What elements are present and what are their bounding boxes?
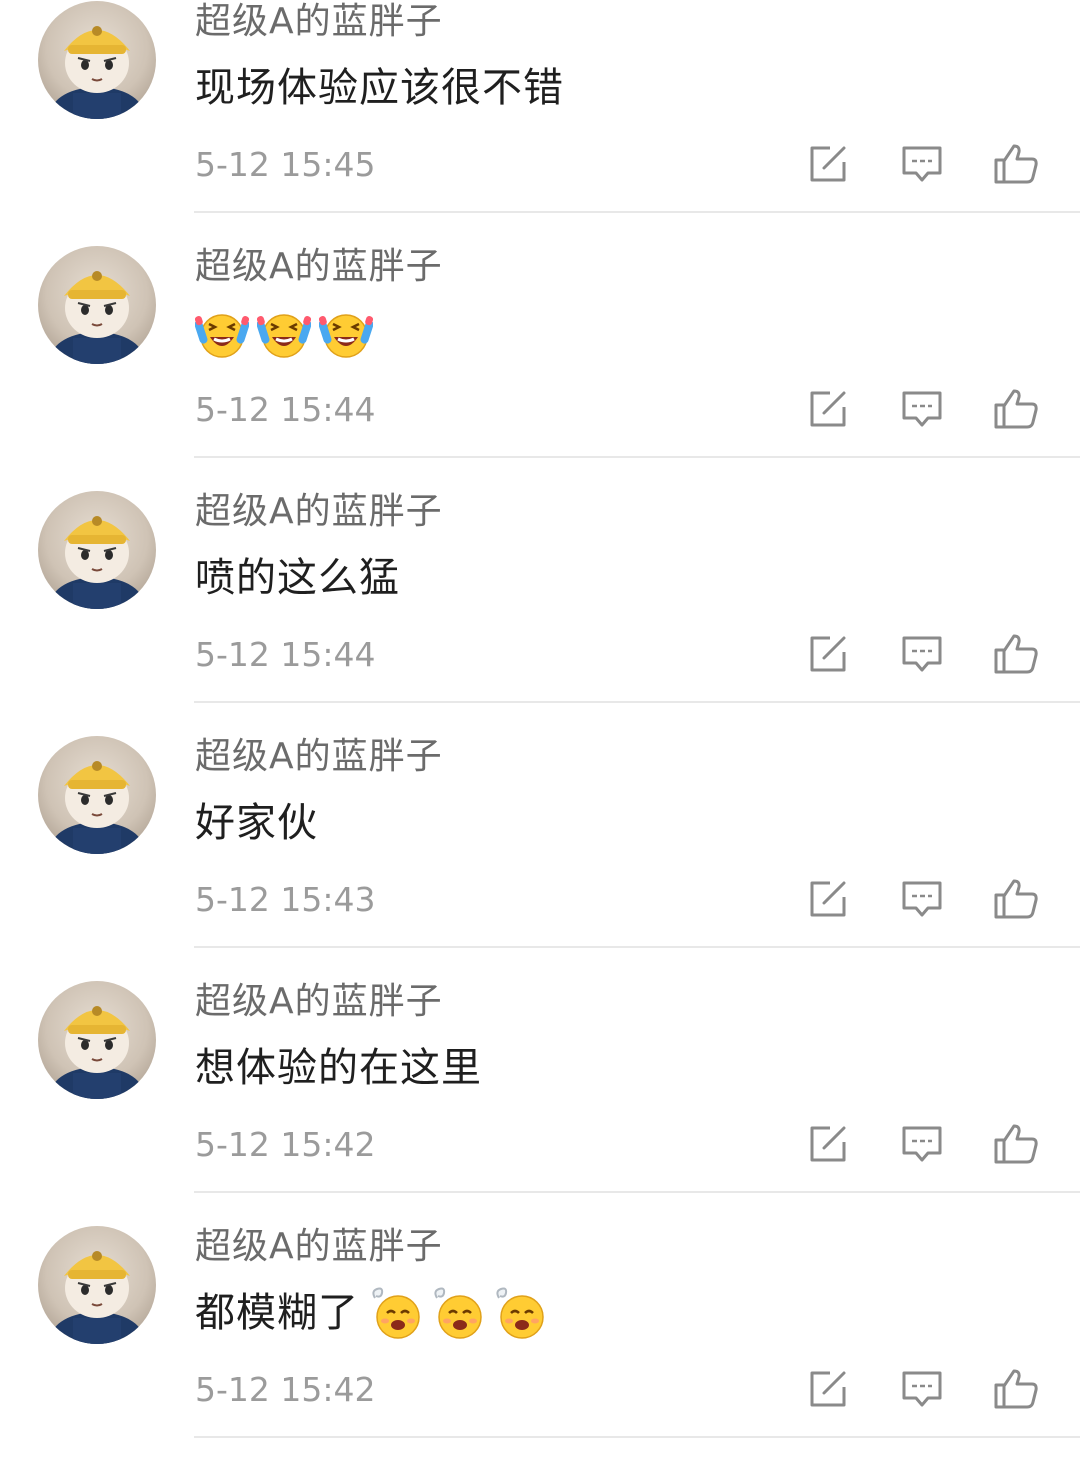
reply-icon [902,881,942,917]
username[interactable]: 超级A的蓝胖子 [195,735,443,779]
dizzy-face-emoji [434,1287,482,1339]
reply-button[interactable] [898,1120,946,1168]
like-button[interactable] [992,1120,1040,1168]
share-button[interactable] [804,1120,852,1168]
share-button[interactable] [804,630,852,678]
divider [194,1191,1080,1193]
comment-text: 好家伙 [195,800,318,846]
share-button[interactable] [804,385,852,433]
share-button[interactable] [804,875,852,923]
comment-body: 好家伙 [195,795,328,851]
avatar-image [51,26,143,119]
divider [194,211,1080,213]
timestamp: 5-12 15:45 [195,145,376,184]
username[interactable]: 超级A的蓝胖子 [195,0,443,44]
reply-icon [902,1371,942,1407]
share-icon [810,1126,846,1162]
like-icon [994,1369,1038,1409]
like-button[interactable] [992,385,1040,433]
avatar[interactable] [38,491,156,609]
username[interactable]: 超级A的蓝胖子 [195,980,443,1024]
emoji-group [369,1286,555,1340]
like-icon [994,879,1038,919]
laughing-tears-emoji [195,314,249,358]
reply-icon [902,391,942,427]
reply-button[interactable] [898,1365,946,1413]
divider [194,701,1080,703]
comment-text: 现场体验应该很不错 [195,65,564,111]
avatar[interactable] [38,736,156,854]
dizzy-face-emoji [496,1287,544,1339]
reply-button[interactable] [898,630,946,678]
like-icon [994,144,1038,184]
username[interactable]: 超级A的蓝胖子 [195,1225,443,1269]
comment-body: 现场体验应该很不错 [195,60,574,116]
share-button[interactable] [804,1365,852,1413]
reply-button[interactable] [898,140,946,188]
comment-text: 想体验的在这里 [195,1045,482,1091]
avatar[interactable] [38,1,156,119]
comment-body: 都模糊了 [195,1285,555,1341]
divider [194,456,1080,458]
share-icon [810,146,846,182]
like-button[interactable] [992,875,1040,923]
timestamp: 5-12 15:43 [195,880,376,919]
laughing-tears-emoji [257,314,311,358]
avatar-image [51,271,143,364]
comment-item: 超级A的蓝胖子 想体验的在这里 5-12 15:42 [0,980,1080,1225]
timestamp: 5-12 15:42 [195,1125,376,1164]
username[interactable]: 超级A的蓝胖子 [195,490,443,534]
comment-item: 超级A的蓝胖子 好家伙 5-12 15:43 [0,735,1080,980]
like-button[interactable] [992,140,1040,188]
avatar-image [51,1006,143,1099]
reply-button[interactable] [898,385,946,433]
share-icon [810,1371,846,1407]
username[interactable]: 超级A的蓝胖子 [195,245,443,289]
reply-icon [902,636,942,672]
comment-body: 想体验的在这里 [195,1040,492,1096]
share-icon [810,391,846,427]
avatar[interactable] [38,246,156,364]
timestamp: 5-12 15:44 [195,390,376,429]
avatar[interactable] [38,981,156,1099]
like-button[interactable] [992,630,1040,678]
comment-body: 喷的这么猛 [195,550,410,606]
reply-button[interactable] [898,875,946,923]
comment-body [195,305,381,361]
comment-text: 都模糊了 [195,1290,359,1336]
like-icon [994,389,1038,429]
avatar[interactable] [38,1226,156,1344]
comment-list: 超级A的蓝胖子 现场体验应该很不错 5-12 15:45 超级A的蓝胖子 5-1… [0,0,1080,1438]
emoji-group [195,306,381,360]
dizzy-face-emoji [372,1287,420,1339]
divider [194,1436,1080,1438]
comment-text: 喷的这么猛 [195,555,400,601]
avatar-image [51,761,143,854]
reply-icon [902,146,942,182]
like-button[interactable] [992,1365,1040,1413]
timestamp: 5-12 15:42 [195,1370,376,1409]
avatar-image [51,516,143,609]
avatar-image [51,1251,143,1344]
laughing-tears-emoji [319,314,373,358]
share-icon [810,636,846,672]
reply-icon [902,1126,942,1162]
like-icon [994,1124,1038,1164]
comment-item: 超级A的蓝胖子 现场体验应该很不错 5-12 15:45 [0,0,1080,245]
comment-item: 超级A的蓝胖子 喷的这么猛 5-12 15:44 [0,490,1080,735]
like-icon [994,634,1038,674]
comment-item: 超级A的蓝胖子 5-12 15:44 [0,245,1080,490]
share-button[interactable] [804,140,852,188]
share-icon [810,881,846,917]
timestamp: 5-12 15:44 [195,635,376,674]
divider [194,946,1080,948]
comment-item: 超级A的蓝胖子 都模糊了 5-12 15:42 [0,1225,1080,1470]
